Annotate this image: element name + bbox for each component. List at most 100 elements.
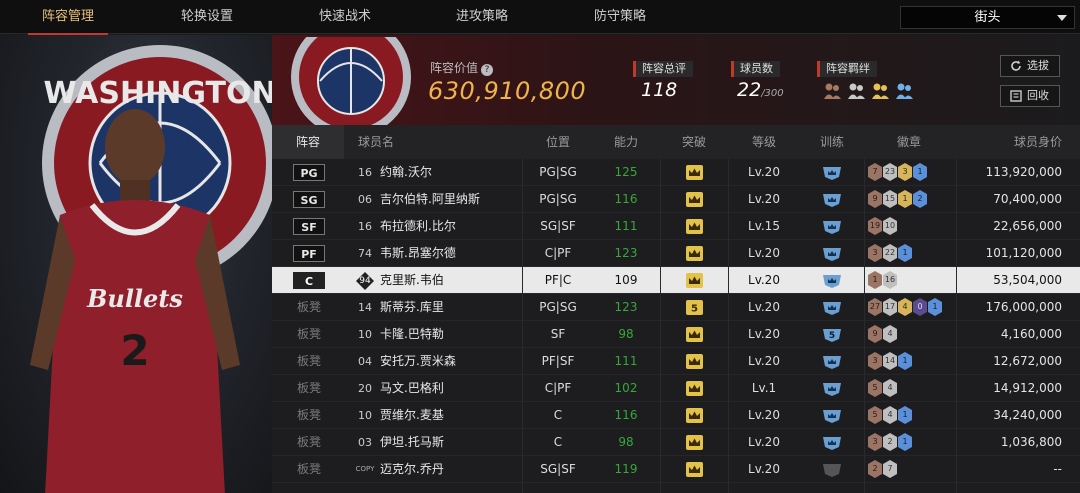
col-lineup[interactable]: 阵容 bbox=[272, 125, 344, 159]
player-name: 伊坦.托马斯 bbox=[380, 435, 444, 449]
player-name: 马文.巴格利 bbox=[380, 381, 444, 395]
player-position: PF|SF bbox=[541, 354, 575, 368]
position-slot-badge: PF bbox=[293, 245, 325, 262]
player-ability: 116 bbox=[614, 192, 638, 206]
svg-text:5: 5 bbox=[691, 304, 698, 315]
badge-group: 321 bbox=[868, 433, 912, 451]
lineup-header: 阵容价值? 630,910,800 阵容总评 118 球员数 22/300 阵容… bbox=[272, 35, 1080, 125]
tab-defense-strategy[interactable]: 防守策略 bbox=[580, 0, 660, 34]
overall-rating-value: 118 bbox=[641, 79, 678, 101]
col-player-name[interactable]: 球员名 bbox=[356, 125, 396, 159]
table-row[interactable]: 板凳 03 伊坦.托马斯 C 98 Lv.20 3 2 1 1,036,800 bbox=[272, 429, 1080, 456]
badge-bronze: 27 bbox=[868, 298, 882, 316]
badge-group: 541 bbox=[868, 406, 912, 424]
column-divider bbox=[660, 159, 661, 493]
crown-icon bbox=[686, 192, 703, 207]
col-position[interactable]: 位置 bbox=[522, 125, 594, 159]
column-divider bbox=[956, 159, 957, 493]
table-row[interactable]: C 94 克里斯.韦伯 PF|C 109 Lv.20 1 16 53,504,000 bbox=[272, 267, 1080, 294]
col-level[interactable]: 等级 bbox=[728, 125, 800, 159]
tab-offense-strategy[interactable]: 进攻策略 bbox=[442, 0, 522, 34]
badge-blue: 1 bbox=[913, 163, 927, 181]
mode-select[interactable]: 街头 bbox=[900, 6, 1075, 29]
table-row[interactable]: 板凳 04 安托万.贾米森 PF|SF 111 Lv.20 3 14 1 12,672,000 bbox=[272, 348, 1080, 375]
player-position: PF|C bbox=[544, 273, 572, 287]
mode-select-value: 街头 bbox=[974, 10, 1001, 25]
training-crown-icon bbox=[823, 302, 841, 315]
table-row[interactable]: 板凳 20 马文.巴格利 C|PF 102 Lv.1 5 4 14,912,000 bbox=[272, 375, 1080, 402]
tab-quick-tactics[interactable]: 快速战术 bbox=[305, 0, 385, 34]
column-divider bbox=[864, 159, 865, 493]
col-ability[interactable]: 能力 bbox=[594, 125, 658, 159]
breakthrough-level-badge: 5 bbox=[686, 300, 703, 315]
bond-icon-bronze[interactable] bbox=[822, 81, 842, 101]
player-salary: 70,400,000 bbox=[993, 192, 1062, 206]
badge-gold: 4 bbox=[898, 298, 912, 316]
player-salary: 101,120,000 bbox=[985, 246, 1062, 260]
crown-icon bbox=[686, 246, 703, 261]
badge-group: 27 17 4 0 1 bbox=[868, 298, 942, 316]
col-breakthrough[interactable]: 突破 bbox=[660, 125, 728, 159]
badge-bronze: 3 bbox=[868, 352, 882, 370]
player-level: Lv.20 bbox=[748, 300, 780, 314]
badge-blue: 1 bbox=[898, 352, 912, 370]
player-name: 韦斯.昂塞尔德 bbox=[380, 246, 456, 260]
training-empty-icon bbox=[823, 464, 841, 477]
chevron-down-icon bbox=[1057, 15, 1067, 21]
table-row[interactable]: PG 16 约翰.沃尔 PG|SG 125 Lv.20 7 23 3 1 113,920,000 bbox=[272, 159, 1080, 186]
badge-bronze: 3 bbox=[868, 433, 882, 451]
player-salary: 4,160,000 bbox=[1000, 327, 1062, 341]
table-row[interactable]: 板凳 10 卡隆.巴特勒 SF 98 Lv.20 5 9 4 4,160,000 bbox=[272, 321, 1080, 348]
jersey-number: 14 bbox=[358, 301, 372, 314]
badge-blue: 1 bbox=[928, 298, 942, 316]
bond-icon-gold[interactable] bbox=[870, 81, 890, 101]
crown-icon bbox=[686, 354, 703, 369]
table-row[interactable]: 板凳 14 斯蒂芬.库里 PG|SG 123 5 Lv.20 27 17 4 0 1 176,000,0… bbox=[272, 294, 1080, 321]
badge-silver: 2 bbox=[883, 433, 897, 451]
col-badges[interactable]: 徽章 bbox=[864, 125, 954, 159]
table-row[interactable]: 板凳 10 贾维尔.麦基 C 116 Lv.20 5 4 1 34,240,000 bbox=[272, 402, 1080, 429]
help-icon[interactable]: ? bbox=[481, 64, 494, 76]
jersey-number: 03 bbox=[358, 436, 372, 449]
bond-icon-blue[interactable] bbox=[894, 81, 914, 101]
player-ability: 123 bbox=[614, 300, 638, 314]
player-name: 布拉德利.比尔 bbox=[380, 219, 456, 233]
player-name: 吉尔伯特.阿里纳斯 bbox=[380, 192, 480, 206]
player-name: 克里斯.韦伯 bbox=[380, 273, 444, 287]
bond-icon-silver[interactable] bbox=[846, 81, 866, 101]
table-row[interactable]: 板凳 COPY 迈克尔.乔丹 SG|SF 119 Lv.20 2 7 -- bbox=[272, 456, 1080, 483]
table-row[interactable]: PF 74 韦斯.昂塞尔德 C|PF 123 Lv.20 3 22 1 101,120,000 bbox=[272, 240, 1080, 267]
player-ability: 111 bbox=[614, 354, 638, 368]
tab-lineup-management[interactable]: 阵容管理 bbox=[28, 0, 108, 35]
badge-blue: 1 bbox=[898, 406, 912, 424]
table-row[interactable]: SG 06 吉尔伯特.阿里纳斯 PG|SG 116 Lv.20 9 15 1 2 70,400,00… bbox=[272, 186, 1080, 213]
badge-silver: 4 bbox=[883, 406, 897, 424]
lineup-value: 630,910,800 bbox=[428, 77, 587, 105]
select-button[interactable]: 选拔 bbox=[1000, 55, 1060, 77]
badge-blue: 1 bbox=[898, 433, 912, 451]
player-portrait: Bullets 2 bbox=[30, 109, 240, 493]
player-salary: -- bbox=[1053, 462, 1062, 476]
badge-silver: 7 bbox=[883, 460, 897, 478]
badge-silver: 15 bbox=[883, 190, 897, 208]
tab-rotation-settings[interactable]: 轮换设置 bbox=[167, 0, 247, 34]
training-crown-icon bbox=[823, 194, 841, 207]
badge-gold: 1 bbox=[898, 190, 912, 208]
recycle-button[interactable]: 回收 bbox=[1000, 85, 1060, 107]
table-row[interactable]: SF 16 布拉德利.比尔 SG|SF 111 Lv.15 19 10 22,656,000 bbox=[272, 213, 1080, 240]
chemistry-box: 阵容羁绊 bbox=[817, 57, 877, 77]
player-salary: 53,504,000 bbox=[993, 273, 1062, 287]
roster-table: 阵容 球员名 位置 能力 突破 等级 训练 徽章 球员身价 PG 16 约翰.沃尔 P… bbox=[272, 125, 1080, 493]
col-salary[interactable]: 球员身价 bbox=[972, 125, 1062, 159]
player-ability: 116 bbox=[614, 408, 638, 422]
col-training[interactable]: 训练 bbox=[800, 125, 864, 159]
player-level: Lv.20 bbox=[748, 408, 780, 422]
badge-silver: 23 bbox=[883, 163, 897, 181]
badge-bronze: 7 bbox=[868, 163, 882, 181]
recycle-icon bbox=[1010, 90, 1022, 102]
table-header: 阵容 球员名 位置 能力 突破 等级 训练 徽章 球员身价 bbox=[272, 125, 1080, 159]
player-level: Lv.20 bbox=[748, 435, 780, 449]
training-crown-icon bbox=[823, 248, 841, 261]
svg-text:5: 5 bbox=[829, 331, 835, 341]
player-salary: 34,240,000 bbox=[993, 408, 1062, 422]
